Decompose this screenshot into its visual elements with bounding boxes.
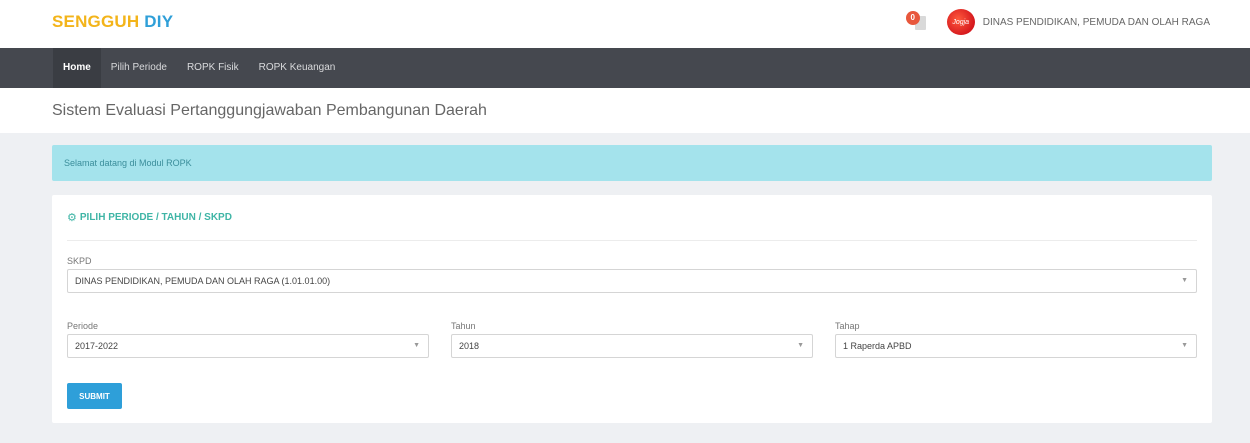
submit-button[interactable]: SUBMIT xyxy=(67,383,122,409)
gear-icon: ⚙ xyxy=(67,211,77,224)
notification-badge: 0 xyxy=(905,11,920,25)
periode-label: Periode xyxy=(67,321,99,331)
brand-logo[interactable]: SENGGUH DIY xyxy=(52,12,173,32)
tahap-field: Tahap 1 Raperda APBD ▼ xyxy=(835,321,1197,358)
panel-title-text: PILIH PERIODE / TAHUN / SKPD xyxy=(79,211,232,223)
tahun-field: Tahun 2018 ▼ xyxy=(451,321,813,358)
chevron-down-icon: ▼ xyxy=(797,342,804,349)
tahun-select[interactable]: 2018 ▼ xyxy=(451,334,813,358)
tahap-select[interactable]: 1 Raperda APBD ▼ xyxy=(835,334,1197,358)
page-title: Sistem Evaluasi Pertanggungjawaban Pemba… xyxy=(0,88,1250,133)
user-name[interactable]: DINAS PENDIDIKAN, PEMUDA DAN OLAH RAGA xyxy=(983,17,1210,28)
skpd-label: SKPD xyxy=(67,256,92,266)
periode-select[interactable]: 2017-2022 ▼ xyxy=(67,334,429,358)
user-area: 0 Jogja DINAS PENDIDIKAN, PEMUDA DAN OLA… xyxy=(905,8,1210,36)
notification-icon[interactable]: 0 xyxy=(905,11,931,33)
chevron-down-icon: ▼ xyxy=(1181,342,1188,349)
nav-item-ropk-keuangan[interactable]: ROPK Keuangan xyxy=(249,48,346,88)
welcome-alert: Selamat datang di Modul ROPK xyxy=(52,145,1212,181)
skpd-field: SKPD DINAS PENDIDIKAN, PEMUDA DAN OLAH R… xyxy=(67,256,1197,293)
top-header: SENGGUH DIY 0 Jogja DINAS PENDIDIKAN, PE… xyxy=(0,0,1250,48)
brand-part-2: DIY xyxy=(144,12,174,31)
period-selection-panel: ⚙ PILIH PERIODE / TAHUN / SKPD SKPD DINA… xyxy=(52,195,1212,423)
avatar[interactable]: Jogja xyxy=(946,9,975,35)
main-nav: Home Pilih Periode ROPK Fisik ROPK Keuan… xyxy=(0,48,1250,88)
periode-field: Periode 2017-2022 ▼ xyxy=(67,321,429,358)
tahun-label: Tahun xyxy=(451,321,476,331)
tahap-value: 1 Raperda APBD xyxy=(843,341,912,351)
skpd-select[interactable]: DINAS PENDIDIKAN, PEMUDA DAN OLAH RAGA (… xyxy=(67,269,1197,293)
period-fields-row: Periode 2017-2022 ▼ Tahun 2018 ▼ Tahap 1… xyxy=(67,321,1197,358)
main-content: Selamat datang di Modul ROPK ⚙ PILIH PER… xyxy=(0,133,1250,443)
periode-value: 2017-2022 xyxy=(75,341,119,351)
brand-part-1: SENGGUH xyxy=(52,12,140,31)
chevron-down-icon: ▼ xyxy=(1181,277,1188,284)
tahun-value: 2018 xyxy=(459,341,480,351)
chevron-down-icon: ▼ xyxy=(413,342,420,349)
skpd-value: DINAS PENDIDIKAN, PEMUDA DAN OLAH RAGA (… xyxy=(75,276,331,286)
panel-title: ⚙ PILIH PERIODE / TAHUN / SKPD xyxy=(67,195,1197,241)
nav-item-pilih-periode[interactable]: Pilih Periode xyxy=(101,48,177,88)
nav-item-home[interactable]: Home xyxy=(53,48,101,88)
nav-item-ropk-fisik[interactable]: ROPK Fisik xyxy=(177,48,249,88)
tahap-label: Tahap xyxy=(835,321,860,331)
